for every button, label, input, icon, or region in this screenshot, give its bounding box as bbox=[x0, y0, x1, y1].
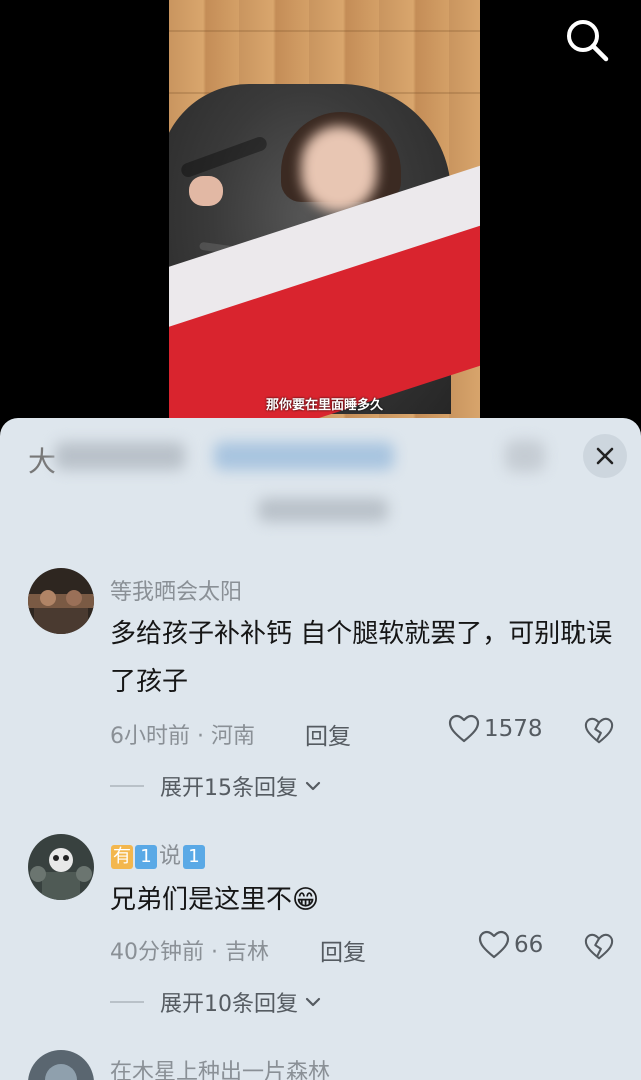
comment-username[interactable]: 有1说1 bbox=[110, 838, 206, 870]
video-subtitle: 那你要在里面睡多久 bbox=[265, 398, 383, 413]
username-badge: 有 bbox=[111, 845, 133, 869]
dislike-button[interactable] bbox=[584, 716, 614, 746]
comment-time-location: 40分钟前 · 吉林 bbox=[110, 940, 269, 965]
username-text: 说 bbox=[159, 844, 182, 869]
comment-username[interactable]: 在木星上种出一片森林 bbox=[110, 1054, 330, 1080]
blurred-header-link bbox=[214, 442, 394, 470]
username-badge: 1 bbox=[183, 845, 206, 869]
expand-divider bbox=[110, 1001, 144, 1003]
comment-sheet: 大 等我晒会太阳 多给孩子补补钙 自个腿软就罢了，可别耽误了孩子 6小时前 · … bbox=[0, 418, 641, 1080]
blurred-comment-count bbox=[258, 498, 388, 522]
heart-icon bbox=[448, 714, 480, 743]
like-count: 1578 bbox=[484, 716, 543, 742]
broken-heart-icon bbox=[584, 717, 614, 744]
close-button[interactable] bbox=[583, 434, 627, 478]
search-button[interactable] bbox=[560, 14, 612, 66]
avatar[interactable] bbox=[28, 568, 94, 634]
blurred-face bbox=[301, 126, 377, 212]
avatar-image bbox=[28, 1050, 94, 1080]
video-player[interactable]: 那你要在里面睡多久 bbox=[0, 0, 641, 430]
blurred-header-text bbox=[55, 442, 185, 470]
comment-item: 有1说1 兄弟们是这里不😁 40分钟前 · 吉林 回复 66 展开10条回复 bbox=[0, 832, 641, 1042]
header-text-fragment: 大 bbox=[28, 445, 57, 478]
reply-button[interactable]: 回复 bbox=[305, 717, 351, 751]
comment-sheet-header: 大 bbox=[0, 418, 641, 548]
expand-replies-label: 展开10条回复 bbox=[160, 992, 298, 1017]
comment-username[interactable]: 等我晒会太阳 bbox=[110, 574, 242, 606]
blurred-header-icon bbox=[505, 440, 545, 472]
chevron-down-icon bbox=[305, 781, 321, 791]
avatar[interactable] bbox=[28, 834, 94, 900]
broken-heart-icon bbox=[584, 933, 614, 960]
comment-text: 多给孩子补补钙 自个腿软就罢了，可别耽误了孩子 bbox=[110, 619, 613, 697]
avatar-image bbox=[28, 834, 94, 900]
like-count: 66 bbox=[514, 932, 544, 958]
expand-divider bbox=[110, 785, 144, 787]
comment-item: 在木星上种出一片森林 bbox=[0, 1048, 641, 1080]
chevron-down-icon bbox=[305, 997, 321, 1007]
avatar[interactable] bbox=[28, 1050, 94, 1080]
comment-item: 等我晒会太阳 多给孩子补补钙 自个腿软就罢了，可别耽误了孩子 6小时前 · 河南… bbox=[0, 566, 641, 801]
avatar-image bbox=[28, 568, 94, 634]
comment-time-location: 6小时前 · 河南 bbox=[110, 724, 255, 749]
username-badge: 1 bbox=[135, 845, 157, 869]
comment-text-body: 兄弟们是这里不 bbox=[110, 885, 293, 915]
like-button[interactable]: 1578 bbox=[448, 714, 543, 744]
search-icon bbox=[567, 20, 609, 62]
floor-seam bbox=[169, 30, 480, 32]
grin-emoji: 😁 bbox=[292, 885, 320, 915]
like-button[interactable]: 66 bbox=[478, 930, 543, 960]
expand-replies-button[interactable]: 展开15条回复 bbox=[110, 770, 324, 802]
video-frame[interactable]: 那你要在里面睡多久 bbox=[169, 0, 480, 430]
expand-replies-button[interactable]: 展开10条回复 bbox=[110, 986, 324, 1018]
child-hand bbox=[189, 176, 223, 206]
close-icon bbox=[596, 447, 614, 465]
heart-icon bbox=[478, 930, 510, 959]
reply-button[interactable]: 回复 bbox=[320, 933, 366, 967]
dislike-button[interactable] bbox=[584, 932, 614, 962]
expand-replies-label: 展开15条回复 bbox=[160, 776, 298, 801]
comment-text: 兄弟们是这里不😁 bbox=[110, 876, 615, 924]
